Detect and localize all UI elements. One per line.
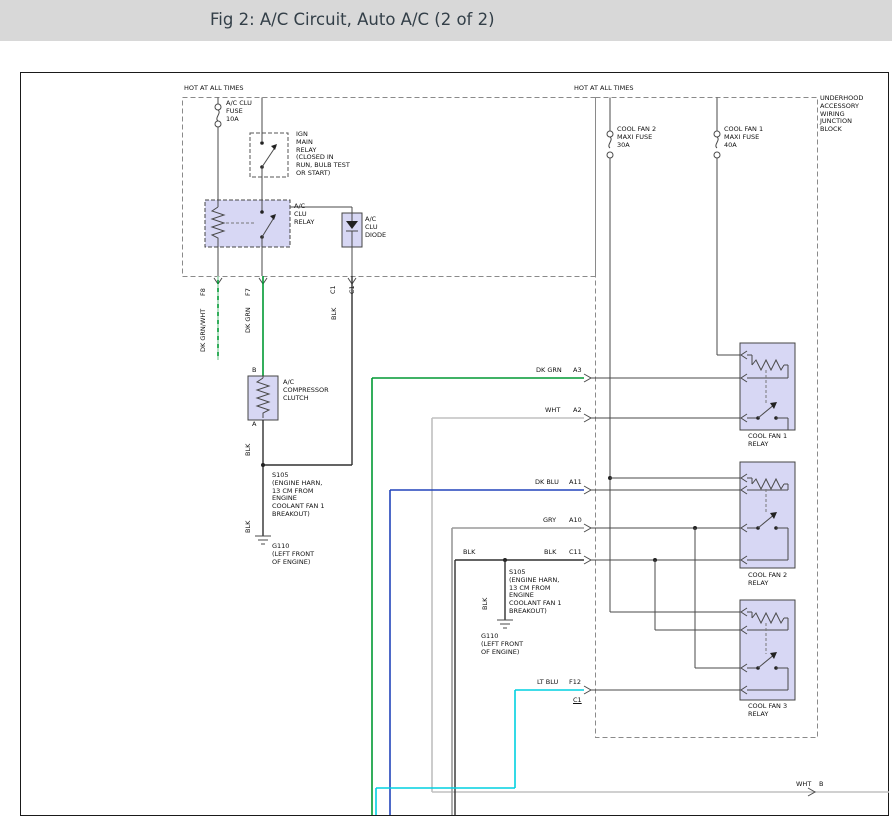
label-ground-g110-2: G110 (LEFT FRONT OF ENGINE) — [481, 633, 523, 656]
label-cool-fan-2-relay: COOL FAN 2 RELAY — [748, 572, 787, 588]
label-wire-dk-blu: DK BLU — [535, 479, 559, 487]
label-pin-a3: A3 — [573, 367, 582, 375]
label-cool-fan-3-relay: COOL FAN 3 RELAY — [748, 703, 787, 719]
label-cool-fan-1-fuse: COOL FAN 1 MAXI FUSE 40A — [724, 126, 763, 149]
label-wire-blk-diode: BLK — [330, 308, 338, 320]
label-clutch-pin-b: B — [252, 367, 256, 375]
label-splice-s105-1: S105 (ENGINE HARN, 13 CM FROM ENGINE COO… — [272, 472, 325, 519]
label-wire-blk-clutch: BLK — [244, 444, 252, 456]
cool-fan-2-relay-symbol — [740, 462, 795, 568]
label-wire-dk-grn: DK GRN — [244, 307, 252, 333]
label-wire-wht: WHT — [545, 407, 560, 415]
label-pin-f12: F12 — [569, 679, 581, 687]
label-ac-compressor-clutch: A/C COMPRESSOR CLUTCH — [283, 379, 329, 402]
figure-page: Fig 2: A/C Circuit, Auto A/C (2 of 2) — [0, 0, 892, 816]
label-wire-dk-grn-wht: DK GRN/WHT — [199, 309, 207, 352]
label-cool-fan-1-relay: COOL FAN 1 RELAY — [748, 433, 787, 449]
label-wire-gry: GRY — [543, 517, 556, 525]
label-splice-s105-2: S105 (ENGINE HARN, 13 CM FROM ENGINE COO… — [509, 569, 562, 616]
label-wire-blk-left: BLK — [463, 549, 475, 557]
label-junction-block: UNDERHOOD ACCESSORY WIRING JUNCTION BLOC… — [820, 95, 863, 134]
label-pin-a2: A2 — [573, 407, 582, 415]
label-pin-c1-a: C1 — [329, 285, 337, 294]
label-wire-dk-grn-2: DK GRN — [536, 367, 562, 375]
label-clutch-pin-a: A — [252, 421, 256, 429]
label-ac-clu-fuse: A/C CLU FUSE 10A — [226, 100, 252, 123]
cool-fan-3-relay-symbol — [740, 600, 795, 700]
label-wire-lt-blu: LT BLU — [537, 679, 558, 687]
label-hot-at-all-times-2: HOT AT ALL TIMES — [574, 85, 634, 93]
label-ac-clu-diode: A/C CLU DIODE — [365, 216, 386, 239]
label-pin-b: B — [819, 781, 823, 789]
label-wire-blk-gnd1: BLK — [244, 521, 252, 533]
label-pin-a11: A11 — [569, 479, 582, 487]
cool-fan-1-relay-symbol — [740, 343, 795, 430]
wiring-diagram-canvas — [0, 0, 892, 816]
label-cool-fan-2-fuse: COOL FAN 2 MAXI FUSE 30A — [617, 126, 656, 149]
label-pin-c11: C11 — [569, 549, 582, 557]
label-pin-f8: F8 — [199, 288, 207, 296]
label-ac-clu-relay: A/C CLU RELAY — [294, 203, 314, 226]
label-wire-blk-right: BLK — [544, 549, 556, 557]
ac-compressor-clutch-symbol — [248, 376, 278, 420]
label-ground-g110-1: G110 (LEFT FRONT OF ENGINE) — [272, 543, 314, 566]
splice-s105-1 — [261, 463, 265, 467]
label-wire-blk-gnd2: BLK — [481, 598, 489, 610]
label-ign-main-relay: IGN MAIN RELAY (CLOSED IN RUN, BULB TEST… — [296, 131, 350, 178]
label-connector-c1: C1 — [573, 697, 582, 705]
label-pin-a10: A10 — [569, 517, 582, 525]
label-wire-wht-2: WHT — [796, 781, 811, 789]
label-pin-c1-b: C1 — [348, 285, 356, 294]
label-hot-at-all-times-1: HOT AT ALL TIMES — [184, 85, 244, 93]
label-pin-f7: F7 — [244, 288, 252, 296]
